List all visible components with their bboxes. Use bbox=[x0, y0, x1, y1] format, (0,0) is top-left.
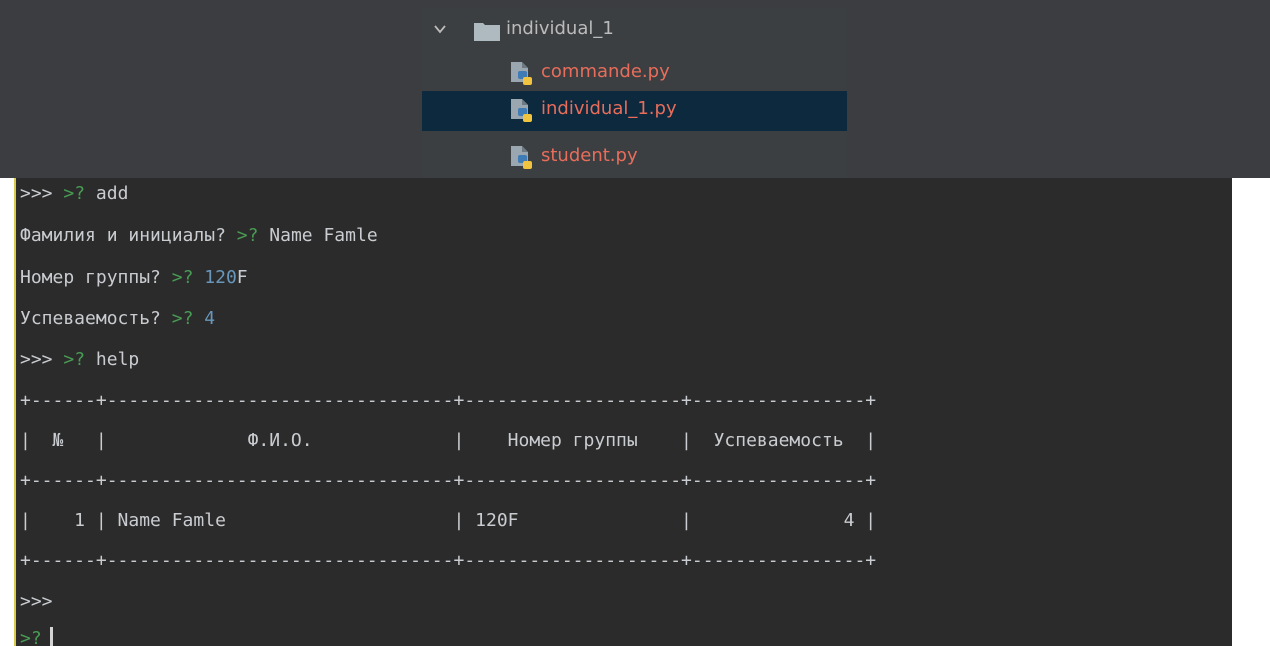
folder-label: individual_1 bbox=[506, 18, 614, 39]
table-row: | 1 | Name Famle | 120F | 4 | bbox=[20, 510, 877, 531]
table-border-bottom: +------+--------------------------------… bbox=[20, 550, 877, 571]
question-name: Фамилия и инициалы? bbox=[20, 225, 226, 246]
chevron-down-icon[interactable] bbox=[434, 23, 446, 35]
tree-folder-individual-1[interactable]: individual_1 bbox=[422, 11, 847, 51]
file-label: individual_1.py bbox=[541, 98, 677, 119]
main-prompt: >>> bbox=[20, 591, 53, 612]
text-cursor bbox=[49, 627, 53, 646]
console-line-help: >>> >? help bbox=[20, 347, 139, 373]
table-border-top: +------+--------------------------------… bbox=[20, 390, 877, 411]
question-grade: Успеваемость? bbox=[20, 308, 161, 329]
input-prompt: >? bbox=[236, 225, 259, 246]
table-border-middle: +------+--------------------------------… bbox=[20, 470, 877, 491]
question-group: Номер группы? bbox=[20, 267, 161, 288]
input-prompt: >? bbox=[63, 183, 86, 204]
python-file-icon bbox=[511, 62, 532, 85]
answer-grade: 4 bbox=[204, 308, 216, 329]
project-tree-strip: individual_1 commande.py individual_1.py bbox=[0, 0, 1270, 178]
answer-name: Name Famle bbox=[269, 225, 378, 246]
console-line-prompt: >>> bbox=[20, 589, 53, 615]
tree-file-individual-1-py[interactable]: individual_1.py bbox=[422, 91, 847, 131]
tree-file-commande[interactable]: commande.py bbox=[422, 54, 847, 92]
python-file-icon bbox=[511, 146, 532, 169]
console-line-add: >>> >? add bbox=[20, 181, 128, 207]
console-line-grade: Успеваемость? >? 4 bbox=[20, 306, 215, 332]
input-prompt: >? bbox=[171, 267, 194, 288]
file-label: commande.py bbox=[541, 61, 670, 82]
project-tree-panel: individual_1 commande.py individual_1.py bbox=[422, 8, 847, 178]
command-help: help bbox=[95, 349, 140, 370]
command-add: add bbox=[95, 183, 129, 204]
console-line-name: Фамилия и инициалы? >? Name Famle bbox=[20, 223, 378, 249]
answer-group-number: 120 bbox=[204, 267, 237, 288]
python-console[interactable]: >>> >? add Фамилия и инициалы? >? Name F… bbox=[14, 178, 1232, 646]
file-label: student.py bbox=[541, 145, 638, 166]
python-file-icon bbox=[511, 99, 532, 122]
folder-icon bbox=[474, 23, 500, 41]
table-header-row: | № | Ф.И.О. | Номер группы | Успеваемос… bbox=[20, 430, 877, 451]
main-prompt: >>> bbox=[20, 183, 53, 204]
input-prompt: >? bbox=[171, 308, 194, 329]
tree-file-student[interactable]: student.py bbox=[422, 138, 847, 176]
main-prompt: >>> bbox=[20, 349, 53, 370]
input-prompt: >? bbox=[20, 628, 42, 646]
console-input-line[interactable]: >? bbox=[20, 626, 53, 646]
input-prompt: >? bbox=[63, 349, 86, 370]
console-line-group: Номер группы? >? 120F bbox=[20, 265, 248, 291]
answer-group-letter: F bbox=[236, 267, 248, 288]
